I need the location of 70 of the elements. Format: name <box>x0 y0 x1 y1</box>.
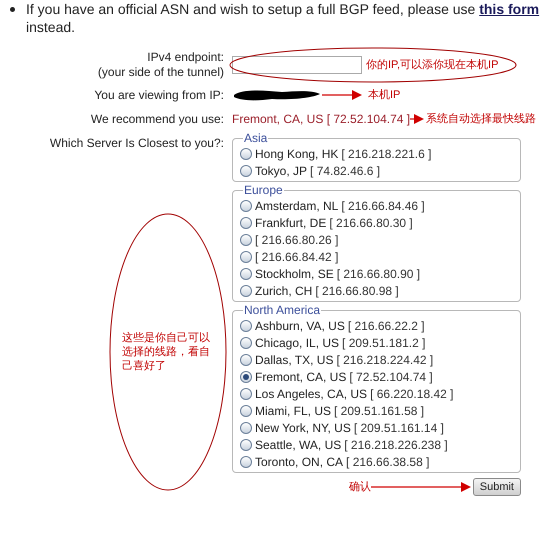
server-location: Zurich, CH <box>255 282 312 300</box>
radio-button[interactable] <box>240 200 252 212</box>
server-location: Miami, FL, US <box>255 402 332 420</box>
radio-button[interactable] <box>240 268 252 280</box>
server-location: Chicago, IL, US <box>255 334 340 352</box>
radio-button[interactable] <box>240 370 252 382</box>
radio-button[interactable] <box>240 336 252 348</box>
server-location: Dallas, TX, US <box>255 352 334 368</box>
submit-button[interactable]: Submit <box>472 478 521 496</box>
server-ip: [ 216.66.84.42 ] <box>255 248 338 266</box>
this-form-link[interactable]: this form <box>479 1 540 17</box>
radio-button[interactable] <box>240 388 252 400</box>
ipv4-endpoint-field[interactable] <box>232 56 362 74</box>
server-location: Stockholm, SE <box>255 266 334 282</box>
server-ip: [ 74.82.46.6 ] <box>310 162 380 180</box>
radio-button[interactable] <box>240 404 252 416</box>
server-location: Seattle, WA, US <box>255 436 342 454</box>
radio-button[interactable] <box>240 234 252 246</box>
server-location: Frankfurt, DE <box>255 214 326 232</box>
viewing-label: You are viewing from IP: <box>93 87 225 104</box>
server-ip: [ 66.220.18.42 ] <box>370 386 454 402</box>
bullet-icon <box>10 7 15 12</box>
radio-button[interactable] <box>240 250 252 262</box>
recommend-note: 系统自动选择最快线路 <box>426 112 536 127</box>
server-ip: [ 209.51.161.58 ] <box>334 402 424 420</box>
region-legend: Europe <box>243 184 284 197</box>
server-ip: [ 216.66.38.58 ] <box>346 454 430 470</box>
server-location: Fremont, CA, US <box>255 368 346 386</box>
server-ip: [ 216.218.221.6 ] <box>341 146 432 162</box>
endpoint-sublabel: (your side of the tunnel) <box>96 65 224 80</box>
server-location: Toronto, ON, CA <box>255 454 344 470</box>
server-ip: [ 216.66.80.26 ] <box>255 232 338 248</box>
radio-button[interactable] <box>240 216 252 228</box>
server-location: Ashburn, VA, US <box>255 318 345 334</box>
server-ip: [ 216.218.224.42 ] <box>336 352 434 368</box>
server-ip: [ 216.66.84.46 ] <box>341 198 425 214</box>
radio-button[interactable] <box>240 284 252 296</box>
server-location: Los Angeles, CA, US <box>255 386 368 402</box>
radio-button[interactable] <box>240 422 252 434</box>
server-ip: [ 72.52.104.74 ] <box>349 368 433 386</box>
endpoint-note: 你的IP,可以添你现在本机IP <box>366 58 498 73</box>
radio-button[interactable] <box>240 456 252 468</box>
server-location: Hong Kong, HK <box>255 146 338 162</box>
recommended-server: Fremont, CA, US [ 72.52.104.74 ] <box>232 111 410 128</box>
server-ip: [ 216.66.22.2 ] <box>348 318 425 334</box>
server-ip: [ 216.218.226.238 ] <box>344 436 448 454</box>
server-label: Which Server Is Closest to you?: <box>50 135 224 152</box>
submit-note: 确认 <box>348 480 371 495</box>
radio-button[interactable] <box>240 320 252 332</box>
radio-button[interactable] <box>240 438 252 450</box>
ip-note: 本机IP <box>368 88 400 103</box>
region-legend: North America <box>243 304 322 317</box>
server-ip: [ 216.66.80.30 ] <box>329 214 413 232</box>
radio-button[interactable] <box>240 164 252 176</box>
servers-note: 这些是你自己可以选择的线路，看自己喜好了 <box>122 331 211 373</box>
server-location: New York, NY, US <box>255 420 351 436</box>
radio-button[interactable] <box>240 148 252 160</box>
server-location: Tokyo, JP <box>255 162 308 180</box>
server-ip: [ 209.51.161.14 ] <box>354 420 444 436</box>
annotation-arrow <box>410 114 424 124</box>
recommend-label: We recommend you use: <box>90 111 225 128</box>
server-ip: [ 209.51.181.2 ] <box>342 334 426 352</box>
endpoint-label: IPv4 endpoint: <box>146 50 224 65</box>
server-location: Amsterdam, NL <box>255 198 338 214</box>
server-ip: [ 216.66.80.90 ] <box>336 266 420 282</box>
intro-paragraph: If you have an official ASN and wish to setup a full BGP feed, please use this form instead. <box>26 0 540 36</box>
server-ip: [ 216.66.80.98 ] <box>315 282 399 300</box>
annotation-arrow <box>322 90 362 100</box>
region-legend: Asia <box>243 132 268 145</box>
radio-button[interactable] <box>240 354 252 366</box>
